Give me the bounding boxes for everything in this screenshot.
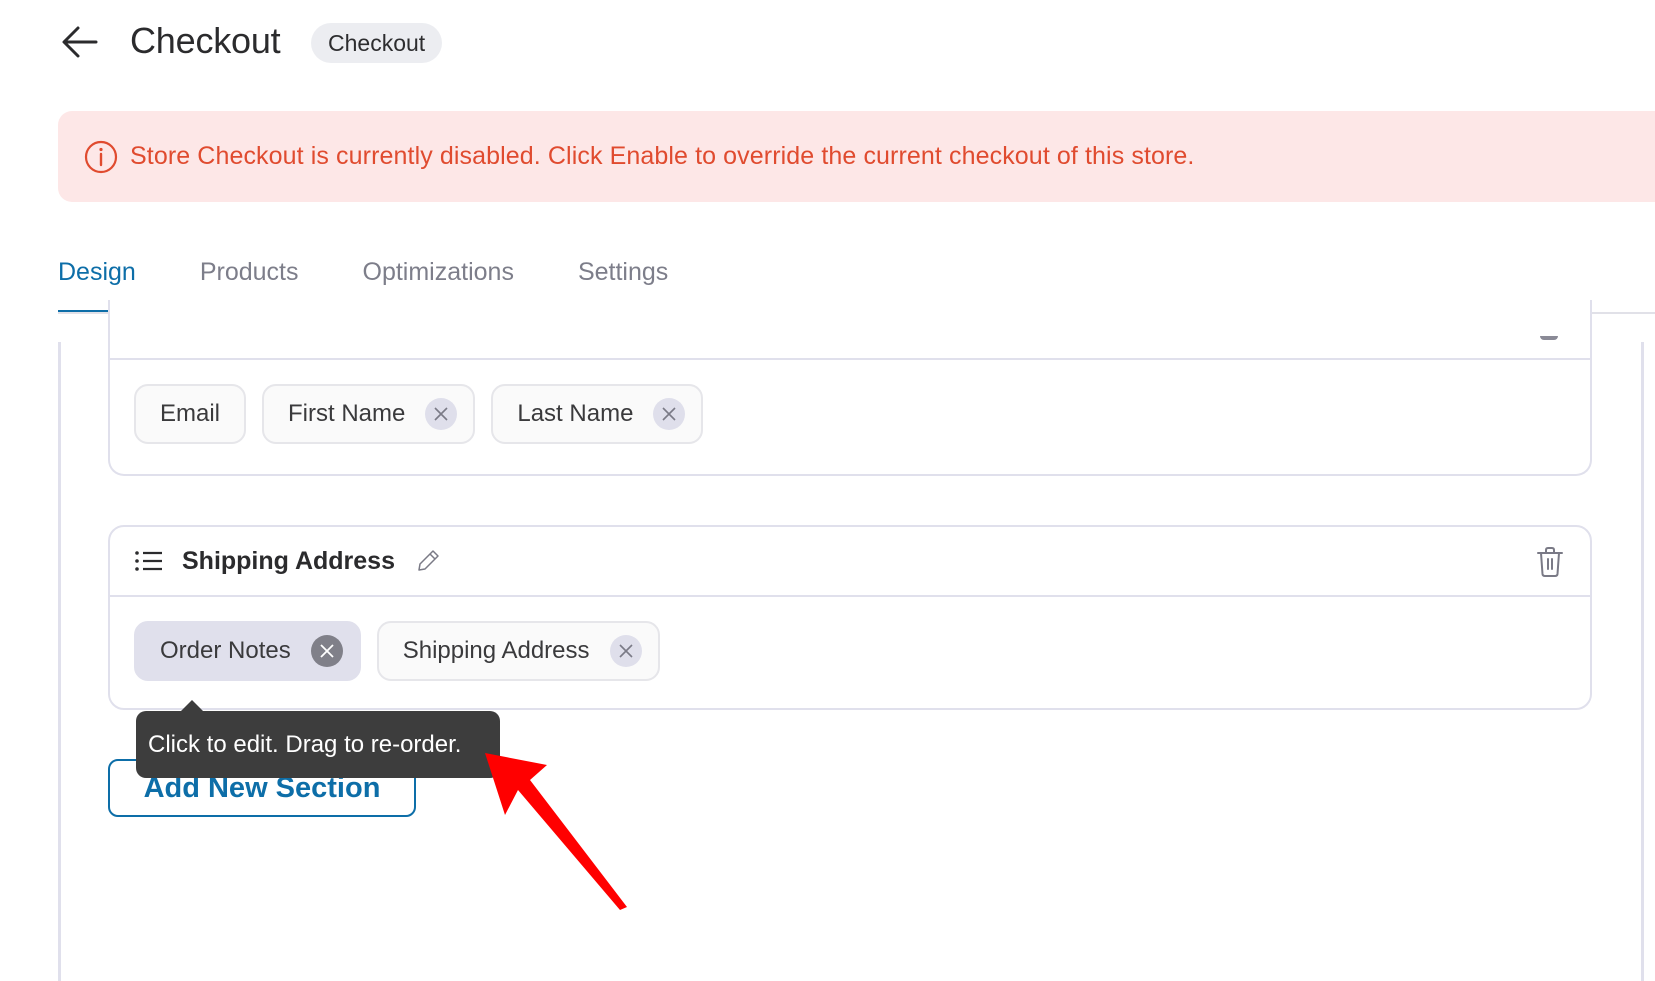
drag-list-icon[interactable]: [134, 549, 164, 573]
field-chip-first-name[interactable]: First Name: [262, 384, 476, 444]
checkout-disabled-alert: Store Checkout is currently disabled. Cl…: [58, 111, 1655, 202]
section-card-contact: Email First Name Last Name: [108, 300, 1592, 476]
field-chip-list: Email First Name Last Name: [110, 360, 1590, 444]
field-chip-last-name[interactable]: Last Name: [491, 384, 704, 444]
pencil-edit-icon[interactable]: [415, 548, 441, 574]
close-icon: [320, 644, 334, 658]
field-chip-order-notes[interactable]: Order Notes: [134, 621, 361, 681]
field-chip-label: Shipping Address: [402, 637, 590, 664]
back-arrow-icon[interactable]: [60, 24, 100, 60]
section-title: Shipping Address: [182, 546, 395, 575]
close-icon: [662, 407, 676, 421]
trash-icon[interactable]: [1536, 547, 1564, 577]
alert-message: Store Checkout is currently disabled. Cl…: [130, 142, 1195, 170]
section-header: Shipping Address: [110, 527, 1590, 597]
field-chip-label: Order Notes: [160, 637, 291, 664]
close-icon: [618, 644, 633, 658]
trash-icon[interactable]: [1540, 336, 1558, 340]
section-card-shipping-address: Shipping Address Order Notes Shipping Ad…: [108, 525, 1592, 710]
remove-field-button[interactable]: [609, 635, 642, 667]
field-chip-label: Last Name: [517, 400, 634, 427]
annotation-arrow-icon: [485, 753, 627, 910]
remove-field-button[interactable]: [310, 635, 343, 667]
tooltip: Click to edit. Drag to re-order.: [136, 711, 500, 778]
info-circle-icon: [84, 140, 118, 173]
section-header: [110, 300, 1590, 360]
field-chip-label: First Name: [288, 400, 406, 427]
field-chip-shipping-address[interactable]: Shipping Address: [376, 621, 660, 681]
type-badge: Checkout: [311, 23, 443, 63]
content-frame-border: [58, 342, 61, 981]
close-icon: [434, 407, 448, 421]
field-chip-list: Order Notes Shipping Address: [110, 597, 1590, 681]
page-title: Checkout: [130, 20, 281, 61]
checkout-editor-page: Checkout Checkout Store Checkout is curr…: [0, 0, 1655, 981]
field-chip-label: Email: [160, 400, 221, 427]
scrollbar-track[interactable]: [1641, 342, 1644, 981]
remove-field-button[interactable]: [425, 398, 458, 430]
remove-field-button[interactable]: [653, 398, 686, 430]
field-chip-email[interactable]: Email: [134, 384, 247, 444]
